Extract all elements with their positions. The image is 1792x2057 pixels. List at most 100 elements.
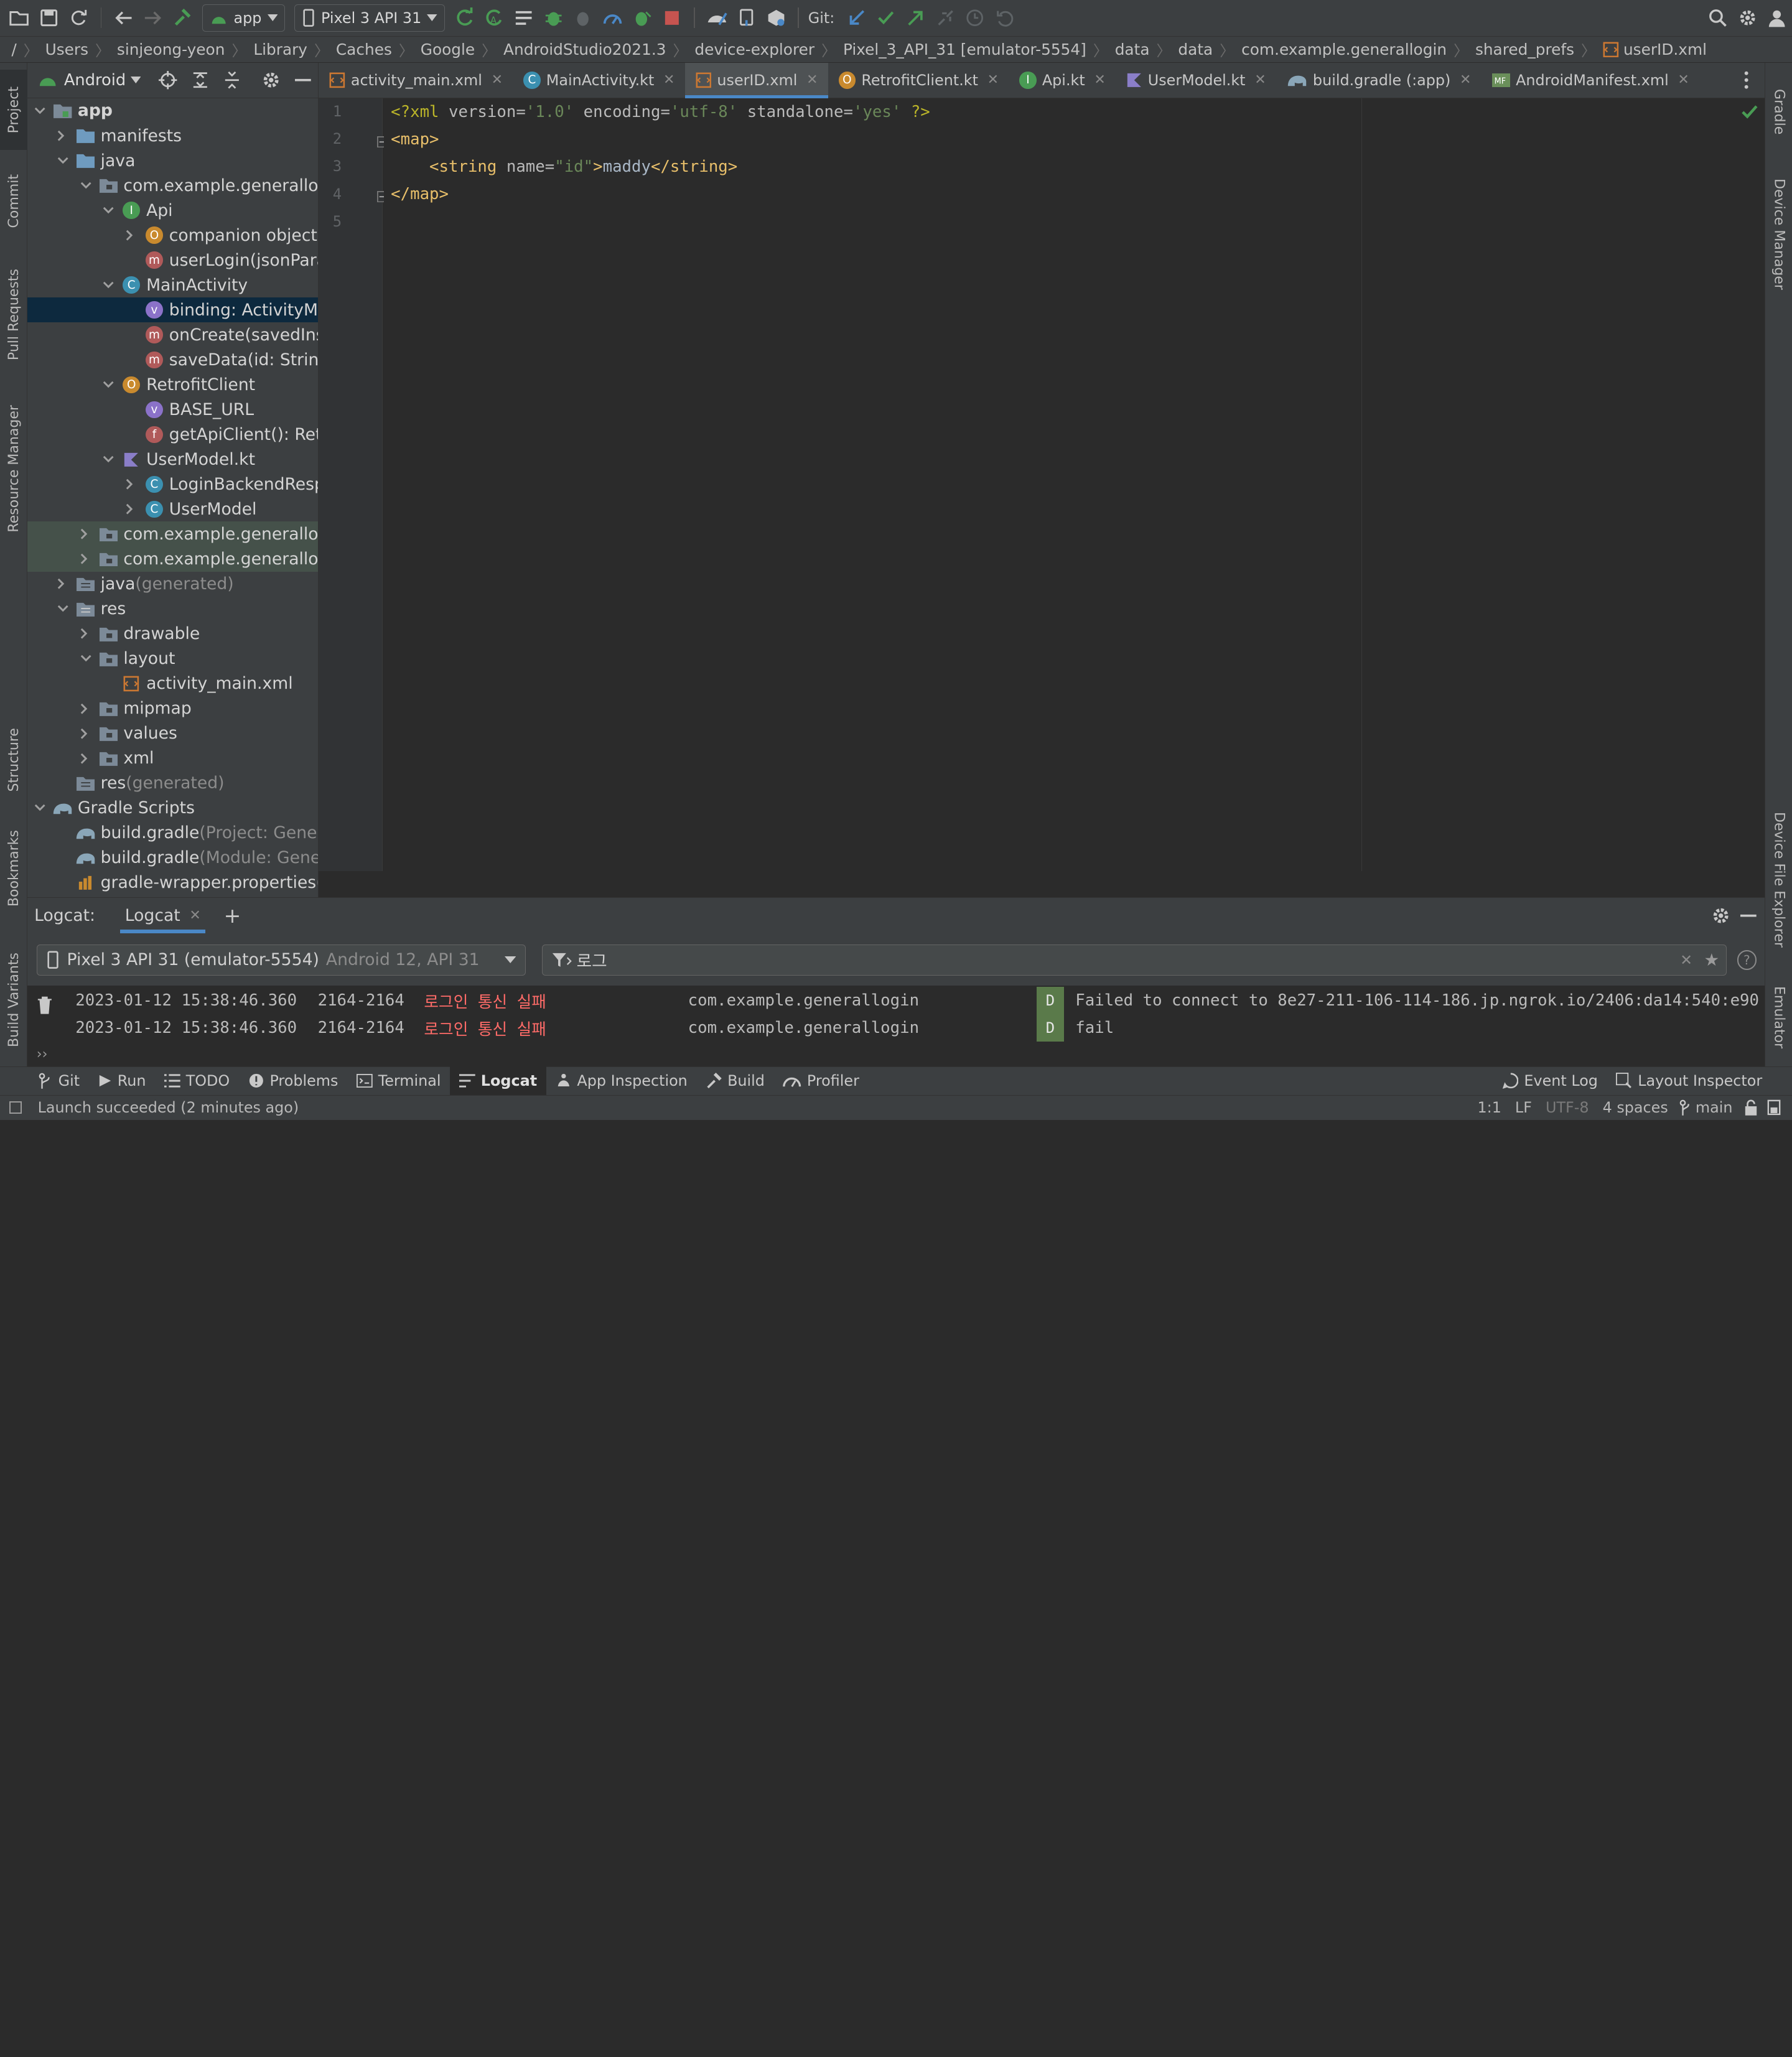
tool-window-profiler[interactable]: Profiler: [774, 1066, 869, 1095]
tree-node[interactable]: build.gradle (Module: GeneralLogin.app): [27, 846, 318, 870]
tree-node[interactable]: app: [27, 98, 318, 123]
close-icon[interactable]: ✕: [189, 908, 200, 923]
emulator-tool-tab[interactable]: Emulator: [1765, 971, 1792, 1063]
chevron-right-icon[interactable]: [80, 703, 96, 714]
tree-node[interactable]: com.example.generallogin (test): [27, 546, 319, 572]
tree-node[interactable]: CLoginBackendResponse: [27, 472, 318, 497]
trash-icon[interactable]: [37, 996, 53, 1014]
code-editor[interactable]: <?xml version='1.0' encoding='utf-8' sta…: [384, 98, 1765, 871]
chevron-right-icon[interactable]: [80, 753, 96, 764]
tree-node[interactable]: java: [27, 148, 318, 173]
tree-node[interactable]: fgetApiClient(): Retrofit: [27, 422, 318, 447]
chevron-down-icon[interactable]: [57, 157, 73, 165]
log-entry[interactable]: 2023-01-12 15:38:46.360 2164-2164 로그인 통신 실…: [75, 1014, 1114, 1042]
breadcrumb-item[interactable]: Google: [421, 40, 475, 58]
chevron-down-icon[interactable]: [103, 381, 119, 389]
chevron-down-icon[interactable]: [34, 107, 50, 115]
account-icon[interactable]: [1763, 4, 1791, 32]
breadcrumb-item[interactable]: Library: [253, 40, 307, 58]
chevron-down-icon[interactable]: [80, 182, 96, 190]
chevron-right-icon[interactable]: [126, 230, 142, 241]
add-tab-icon[interactable]: +: [224, 903, 241, 928]
git-branch[interactable]: main: [1696, 1099, 1733, 1116]
memory-indicator-icon[interactable]: [1767, 1099, 1781, 1116]
breadcrumb-item[interactable]: Users: [45, 40, 88, 58]
tree-node[interactable]: msaveData(id: String): [27, 347, 318, 372]
chevron-right-icon[interactable]: [80, 628, 96, 640]
chevron-right-icon[interactable]: [57, 130, 73, 141]
chevron-right-icon[interactable]: [80, 728, 96, 739]
more-tabs-icon[interactable]: [1732, 67, 1760, 94]
gradle-tool-tab[interactable]: Gradle: [1765, 72, 1792, 152]
device-manager-icon[interactable]: [733, 4, 760, 32]
minimize-icon[interactable]: [1735, 902, 1762, 929]
apply-changes-icon[interactable]: [450, 4, 478, 32]
tree-node[interactable]: vbinding: ActivityMainBinding: [27, 297, 319, 323]
git-commit-icon[interactable]: [872, 4, 900, 32]
tree-node[interactable]: O RetrofitClient: [27, 372, 318, 397]
expand-all-icon[interactable]: [187, 67, 214, 94]
avd-icon[interactable]: [762, 4, 790, 32]
profile-icon[interactable]: [569, 4, 597, 32]
tree-node[interactable]: gradle-wrapper.properties (Gradle Versio…: [27, 870, 318, 895]
editor-tab[interactable]: userID.xml ✕: [685, 63, 829, 99]
chevron-down-icon[interactable]: [34, 804, 50, 812]
chevron-right-icon[interactable]: [80, 528, 96, 539]
tree-node[interactable]: drawable: [27, 622, 318, 646]
search-icon[interactable]: [1704, 4, 1732, 32]
pull-requests-tool-tab[interactable]: Pull Requests: [0, 257, 27, 371]
editor-tab[interactable]: O RetrofitClient.kt ✕: [828, 63, 1009, 97]
expand-more-icon[interactable]: ››: [37, 1047, 48, 1062]
breadcrumb-item[interactable]: sinjeong-yeon: [117, 40, 225, 58]
tool-window-build[interactable]: Build: [697, 1066, 774, 1095]
bookmarks-tool-tab[interactable]: Bookmarks: [0, 817, 27, 920]
log-entry[interactable]: 2023-01-12 15:38:46.360 2164-2164 로그인 통신 실…: [75, 987, 1759, 1015]
tree-node[interactable]: muserLogin(jsonParams: JsonObject): [27, 248, 318, 273]
editor-tab[interactable]: MF AndroidManifest.xml ✕: [1482, 63, 1699, 97]
chevron-down-icon[interactable]: [130, 77, 141, 84]
file-encoding[interactable]: UTF-8: [1546, 1099, 1589, 1116]
line-separator[interactable]: LF: [1515, 1099, 1532, 1116]
history-icon[interactable]: [961, 4, 989, 32]
commit-tool-tab[interactable]: Commit: [0, 161, 27, 241]
tree-node[interactable]: I Api: [27, 198, 318, 223]
tree-node[interactable]: values: [27, 721, 318, 746]
stop-icon[interactable]: [658, 4, 686, 32]
chevron-right-icon[interactable]: [80, 553, 96, 564]
git-fetch-icon[interactable]: [931, 4, 959, 32]
tree-node[interactable]: build.gradle (Project: GeneralLogin): [27, 821, 318, 846]
structure-tool-tab[interactable]: Structure: [0, 714, 27, 806]
resource-manager-tool-tab[interactable]: Resource Manager: [0, 394, 27, 543]
sync-icon[interactable]: [65, 4, 93, 32]
sdk-manager-icon[interactable]: [703, 4, 730, 32]
tool-window-run[interactable]: Run: [89, 1066, 155, 1095]
breadcrumb-item[interactable]: device-explorer: [694, 40, 814, 58]
build-variants-tool-tab[interactable]: Build Variants: [0, 937, 27, 1063]
editor-tab[interactable]: activity_main.xml ✕: [319, 63, 513, 97]
breadcrumb-item[interactable]: shared_prefs: [1475, 40, 1574, 58]
chevron-right-icon[interactable]: [126, 478, 142, 490]
breadcrumb-item[interactable]: AndroidStudio2021.3: [503, 40, 666, 58]
back-icon[interactable]: [110, 4, 137, 32]
status-square-icon[interactable]: [9, 1101, 22, 1114]
breadcrumb-item[interactable]: data: [1115, 40, 1150, 58]
breadcrumb-item[interactable]: userID.xml: [1603, 40, 1707, 58]
device-select[interactable]: Pixel 3 API 31: [294, 4, 445, 32]
close-icon[interactable]: ✕: [1254, 72, 1266, 88]
coverage-icon[interactable]: [510, 4, 538, 32]
favorite-filter-icon[interactable]: ★: [1704, 950, 1720, 970]
project-view-select[interactable]: Android: [64, 71, 126, 90]
tool-window-todo[interactable]: TODO: [155, 1066, 239, 1095]
tool-window-logcat[interactable]: Logcat: [450, 1066, 546, 1096]
editor-tab[interactable]: C MainActivity.kt ✕: [513, 63, 685, 97]
tree-node[interactable]: com.example.generallogin (androidTest): [27, 521, 319, 547]
logcat-filter-input[interactable]: 로그 ✕ ★: [541, 945, 1727, 976]
tool-window-layout-inspector[interactable]: Layout Inspector: [1607, 1066, 1771, 1095]
tree-node[interactable]: res: [27, 597, 318, 622]
tree-node[interactable]: com.example.generallogin: [27, 173, 318, 198]
gear-icon[interactable]: [257, 67, 284, 94]
folder-open-icon[interactable]: [6, 4, 33, 32]
chevron-down-icon[interactable]: [80, 655, 96, 663]
help-icon[interactable]: ?: [1737, 950, 1757, 970]
indent-setting[interactable]: 4 spaces: [1603, 1099, 1668, 1116]
